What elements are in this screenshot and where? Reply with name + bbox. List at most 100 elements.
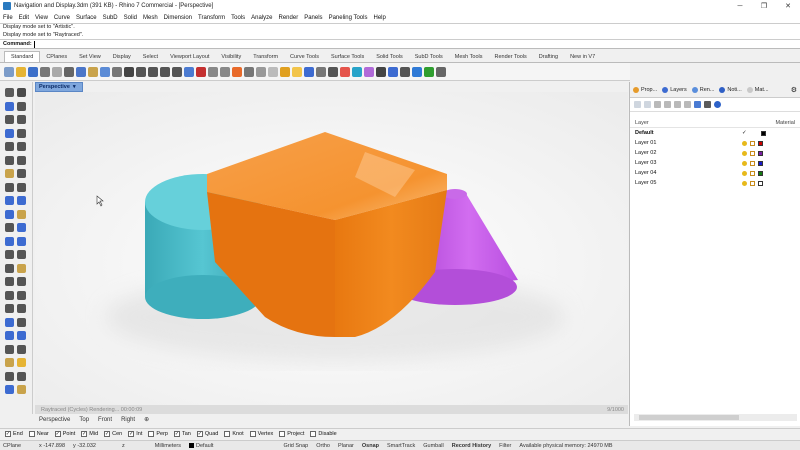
horizontal-scrollbar[interactable] [634, 414, 797, 421]
menu-item-panels[interactable]: Panels [304, 15, 322, 21]
osnap-toggle[interactable]: Osnap [362, 443, 379, 449]
layer-color-swatch[interactable] [758, 171, 763, 176]
checkbox[interactable]: ✓ [128, 431, 134, 437]
menu-item-paneling-tools[interactable]: Paneling Tools [329, 15, 368, 21]
menu-item-solid[interactable]: Solid [124, 15, 137, 21]
checkbox[interactable]: ✓ [104, 431, 110, 437]
tab-properties[interactable]: Prop... [633, 87, 657, 93]
toolbar-tab-standard[interactable]: Standard [4, 51, 40, 62]
curve-from-object-icon[interactable] [5, 169, 14, 178]
revolve-icon[interactable] [17, 223, 26, 232]
ghost-icon[interactable] [436, 67, 446, 77]
rotate-object-icon[interactable] [5, 318, 14, 327]
group-icon[interactable] [17, 372, 26, 381]
toolbar-tab-subd-tools[interactable]: SubD Tools [409, 54, 449, 62]
layer-row[interactable]: Layer 05 [630, 178, 800, 188]
osnap-near[interactable]: Near [29, 431, 49, 437]
osnap-quad[interactable]: ✓Quad [197, 431, 218, 437]
polygon-icon[interactable] [5, 156, 14, 165]
checkbox[interactable] [224, 431, 230, 437]
osnap-point[interactable]: ✓Point [55, 431, 76, 437]
offset-curve-icon[interactable] [5, 183, 14, 192]
menu-item-mesh[interactable]: Mesh [143, 15, 158, 21]
sphere-solid-icon[interactable] [17, 196, 26, 205]
gumball-toggle[interactable]: Gumball [423, 443, 443, 449]
zoom-window-icon[interactable] [148, 67, 158, 77]
perspective-viewport[interactable] [35, 92, 628, 405]
viewport-props-icon[interactable] [208, 67, 218, 77]
osnap-end[interactable]: ✓End [5, 431, 23, 437]
menu-item-surface[interactable]: Surface [76, 15, 97, 21]
select-icon[interactable] [5, 88, 14, 97]
move-left-icon[interactable] [684, 101, 691, 108]
close-button[interactable]: ✕ [776, 2, 800, 10]
join-icon[interactable] [17, 264, 26, 273]
four-views-icon[interactable] [184, 67, 194, 77]
menu-item-subd[interactable]: SubD [103, 15, 118, 21]
draft-angle-icon[interactable] [17, 358, 26, 367]
ortho-toggle[interactable]: Ortho [316, 443, 330, 449]
move-up-icon[interactable] [664, 101, 671, 108]
planar-toggle[interactable]: Planar [338, 443, 354, 449]
box-icon[interactable] [5, 196, 14, 205]
lightbulb-icon[interactable] [742, 181, 747, 186]
open-icon[interactable] [16, 67, 26, 77]
move-icon[interactable] [5, 304, 14, 313]
maximize-button[interactable]: ❐ [752, 2, 776, 10]
fillet-curve-icon[interactable] [17, 169, 26, 178]
layer-color-swatch[interactable] [758, 181, 763, 186]
split-icon[interactable] [17, 277, 26, 286]
grid-icon[interactable] [220, 67, 230, 77]
menu-item-file[interactable]: File [3, 15, 13, 21]
layer-column-header[interactable]: Layer [635, 120, 775, 126]
osnap-int[interactable]: ✓Int [128, 431, 142, 437]
zoom-extents-icon[interactable] [160, 67, 170, 77]
dimension-icon[interactable] [17, 291, 26, 300]
toolbar-tab-new-in-v7[interactable]: New in V7 [564, 54, 601, 62]
arc-icon[interactable] [17, 129, 26, 138]
import-icon[interactable] [52, 67, 62, 77]
cap-icon[interactable] [5, 250, 14, 259]
lock-icon[interactable] [750, 141, 755, 146]
lock-icon[interactable] [750, 161, 755, 166]
freeform-curve-icon[interactable] [17, 156, 26, 165]
toolbar-tab-curve-tools[interactable]: Curve Tools [284, 54, 325, 62]
current-layer-check-icon[interactable]: ✓ [742, 130, 747, 136]
checkbox[interactable]: ✓ [174, 431, 180, 437]
cut-icon[interactable] [64, 67, 74, 77]
lightbulb-icon[interactable] [742, 161, 747, 166]
move-down-icon[interactable] [674, 101, 681, 108]
filter-toggle[interactable]: Filter [499, 443, 511, 449]
toolbar-tab-mesh-tools[interactable]: Mesh Tools [449, 54, 489, 62]
material-icon[interactable] [340, 67, 350, 77]
rectangle-icon[interactable] [17, 142, 26, 151]
lock-icon[interactable] [750, 181, 755, 186]
render-preview-icon[interactable] [376, 67, 386, 77]
texture-icon[interactable] [364, 67, 374, 77]
menu-item-curve[interactable]: Curve [54, 15, 70, 21]
add-viewport-icon[interactable]: ⊕ [144, 416, 149, 423]
gear-icon[interactable]: ⚙ [791, 86, 797, 94]
undo-icon[interactable] [100, 67, 110, 77]
mesh-icon[interactable] [328, 67, 338, 77]
boolean-difference-icon[interactable] [5, 372, 14, 381]
viewport-title-tab[interactable]: Perspective ▾ [35, 82, 83, 92]
zebra-icon[interactable] [5, 358, 14, 367]
menu-item-edit[interactable]: Edit [19, 15, 29, 21]
trim-icon[interactable] [5, 277, 14, 286]
menu-item-tools[interactable]: Tools [231, 15, 245, 21]
cplane-icon[interactable] [196, 67, 206, 77]
layer-color-swatch[interactable] [758, 151, 763, 156]
menu-item-analyze[interactable]: Analyze [251, 15, 272, 21]
toolbar-tab-visibility[interactable]: Visibility [215, 54, 247, 62]
polyline-icon[interactable] [17, 102, 26, 111]
tab-materials[interactable]: Mat... [747, 87, 769, 93]
osnap-mid[interactable]: ✓Mid [81, 431, 98, 437]
filter-icon[interactable] [694, 101, 701, 108]
grid-snap-toggle[interactable]: Grid Snap [283, 443, 308, 449]
display-mode-icon[interactable] [232, 67, 242, 77]
toolbar-tab-display[interactable]: Display [107, 54, 137, 62]
layer-row[interactable]: Layer 04 [630, 168, 800, 178]
zoom-icon[interactable] [136, 67, 146, 77]
chevron-down-icon[interactable]: ▾ [73, 84, 76, 90]
